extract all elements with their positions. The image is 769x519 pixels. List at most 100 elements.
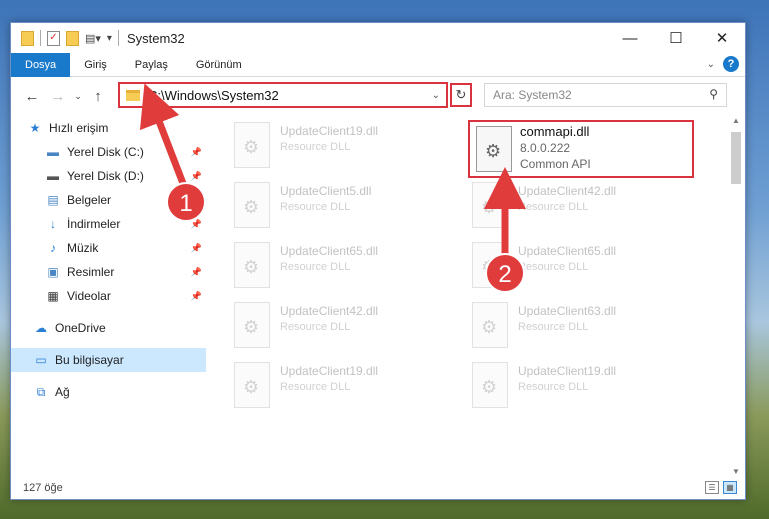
tab-share[interactable]: Paylaş xyxy=(121,53,182,77)
file-description: Resource DLL xyxy=(518,381,589,393)
file-description: Resource DLL xyxy=(280,321,351,333)
file-tile[interactable]: UpdateClient42.dll Resource DLL xyxy=(472,182,702,238)
sidebar-item-pictures[interactable]: ▣ Resimler 📌 xyxy=(11,260,206,284)
new-folder-icon[interactable] xyxy=(66,30,79,46)
divider xyxy=(40,30,41,46)
properties-icon[interactable]: ✓ xyxy=(47,30,60,46)
search-placeholder: Ara: System32 xyxy=(493,88,572,102)
sidebar-item-label: Resimler xyxy=(67,265,115,279)
file-tile[interactable]: UpdateClient19.dll Resource DLL xyxy=(234,122,464,178)
divider xyxy=(117,30,119,46)
file-description: Resource DLL xyxy=(280,201,351,213)
item-count: 127 öğe xyxy=(23,482,63,494)
file-description: Common API xyxy=(520,157,591,171)
sidebar-item-label: Yerel Disk (D:) xyxy=(67,169,144,183)
sidebar-item-music[interactable]: ♪ Müzik 📌 xyxy=(11,236,206,260)
music-icon: ♪ xyxy=(50,241,56,255)
file-tile[interactable]: UpdateClient42.dll Resource DLL xyxy=(234,302,464,358)
sidebar-item-drive-d[interactable]: ▬ Yerel Disk (D:) 📌 xyxy=(11,164,206,188)
up-button[interactable]: ↑ xyxy=(85,83,111,109)
scroll-down-icon[interactable]: ▼ xyxy=(729,467,743,476)
vertical-scrollbar[interactable]: ▲ ▼ xyxy=(729,116,743,476)
close-button[interactable]: ✕ xyxy=(699,23,745,53)
sidebar-item-downloads[interactable]: ↓ İndirmeler 📌 xyxy=(11,212,206,236)
file-name: UpdateClient65.dll xyxy=(518,244,617,258)
pin-icon[interactable]: 📌 xyxy=(191,219,202,230)
dll-file-icon xyxy=(234,242,270,288)
sidebar-item-onedrive[interactable]: ☁ OneDrive xyxy=(11,316,206,340)
network-icon: ⧉ xyxy=(36,384,46,399)
quick-access-toolbar: ✓ ▤▾ ▾ xyxy=(11,23,119,53)
file-tile[interactable]: UpdateClient19.dll Resource DLL xyxy=(234,362,464,418)
cloud-icon: ☁ xyxy=(35,321,47,335)
search-icon[interactable]: ⚲ xyxy=(709,87,718,101)
file-name: commapi.dll xyxy=(520,124,590,139)
pin-icon[interactable]: 📌 xyxy=(191,147,202,158)
tab-view[interactable]: Görünüm xyxy=(182,53,256,77)
file-name: UpdateClient63.dll xyxy=(518,304,617,318)
file-tile[interactable]: UpdateClient63.dll Resource DLL xyxy=(472,302,702,358)
sidebar-item-drive-c[interactable]: ▬ Yerel Disk (C:) 📌 xyxy=(11,140,206,164)
recent-locations-icon[interactable]: ⌄ xyxy=(71,83,85,109)
toolbar-dropdown-icon[interactable]: ▾ xyxy=(107,33,112,44)
refresh-button[interactable]: ↻ xyxy=(450,83,472,107)
expand-ribbon-icon[interactable]: ⌄ xyxy=(707,59,715,70)
dll-file-icon xyxy=(234,182,270,228)
file-description: Resource DLL xyxy=(280,141,351,153)
star-icon: ★ xyxy=(29,121,41,135)
status-bar: 127 öğe ☰ ▦ xyxy=(11,477,745,499)
back-button[interactable]: ← xyxy=(19,83,45,109)
search-input[interactable]: Ara: System32 ⚲ xyxy=(484,83,727,107)
details-view-icon[interactable]: ☰ xyxy=(705,481,719,494)
file-tile[interactable]: UpdateClient19.dll Resource DLL xyxy=(472,362,702,418)
help-icon[interactable]: ? xyxy=(723,56,739,72)
dll-file-icon xyxy=(476,126,512,172)
video-icon: ▦ xyxy=(47,289,59,303)
pin-icon[interactable]: 📌 xyxy=(191,291,202,302)
window-controls: — ☐ ✕ xyxy=(607,23,745,53)
address-path[interactable]: C:\Windows\System32 xyxy=(148,88,432,103)
file-tile[interactable]: UpdateClient65.dll Resource DLL xyxy=(234,242,464,298)
customize-toolbar-icon[interactable]: ▤▾ xyxy=(85,32,101,45)
sidebar-item-label: OneDrive xyxy=(55,321,106,335)
dll-file-icon xyxy=(472,362,508,408)
document-icon: ▤ xyxy=(47,193,59,207)
highlighted-file-tile[interactable]: commapi.dll 8.0.0.222 Common API xyxy=(468,120,694,178)
computer-icon: ▭ xyxy=(35,353,47,367)
file-name: UpdateClient5.dll xyxy=(280,184,372,198)
forward-button[interactable]: → xyxy=(45,83,71,109)
maximize-button[interactable]: ☐ xyxy=(653,23,699,53)
address-dropdown-icon[interactable]: ⌄ xyxy=(432,90,440,101)
sidebar-item-label: Bu bilgisayar xyxy=(55,353,124,367)
title-bar: ✓ ▤▾ ▾ System32 — ☐ ✕ xyxy=(11,23,745,53)
file-tile[interactable]: UpdateClient5.dll Resource DLL xyxy=(234,182,464,238)
tab-home[interactable]: Giriş xyxy=(70,53,121,77)
tab-file[interactable]: Dosya xyxy=(11,52,71,77)
sidebar-item-quick-access[interactable]: ★ Hızlı erişim xyxy=(11,116,206,140)
sidebar-item-network[interactable]: ⧉ Ağ xyxy=(11,380,206,404)
sidebar-item-videos[interactable]: ▦ Videolar 📌 xyxy=(11,284,206,308)
ribbon-tabs: Dosya Giriş Paylaş Görünüm ⌄ ? xyxy=(11,52,745,77)
file-description: Resource DLL xyxy=(518,201,589,213)
scrollbar-thumb[interactable] xyxy=(731,132,741,184)
pin-icon[interactable]: 📌 xyxy=(191,195,202,206)
sidebar-item-label: Ağ xyxy=(55,385,70,399)
file-name: UpdateClient42.dll xyxy=(280,304,379,318)
sidebar-item-documents[interactable]: ▤ Belgeler 📌 xyxy=(11,188,206,212)
minimize-button[interactable]: — xyxy=(607,23,653,53)
pin-icon[interactable]: 📌 xyxy=(191,267,202,278)
address-bar[interactable]: C:\Windows\System32 ⌄ xyxy=(118,82,448,108)
file-name: UpdateClient19.dll xyxy=(280,364,379,378)
file-tile[interactable]: UpdateClient65.dll Resource DLL xyxy=(472,242,702,298)
sidebar-item-this-pc[interactable]: ▭ Bu bilgisayar xyxy=(11,348,206,372)
file-description: Resource DLL xyxy=(518,321,589,333)
dll-file-icon xyxy=(472,182,508,228)
download-icon: ↓ xyxy=(50,217,56,231)
pictures-icon: ▣ xyxy=(47,265,59,279)
tiles-view-icon[interactable]: ▦ xyxy=(723,481,737,494)
scroll-up-icon[interactable]: ▲ xyxy=(729,116,743,125)
pin-icon[interactable]: 📌 xyxy=(191,243,202,254)
pin-icon[interactable]: 📌 xyxy=(191,171,202,182)
dll-file-icon xyxy=(234,302,270,348)
file-name: UpdateClient19.dll xyxy=(518,364,617,378)
